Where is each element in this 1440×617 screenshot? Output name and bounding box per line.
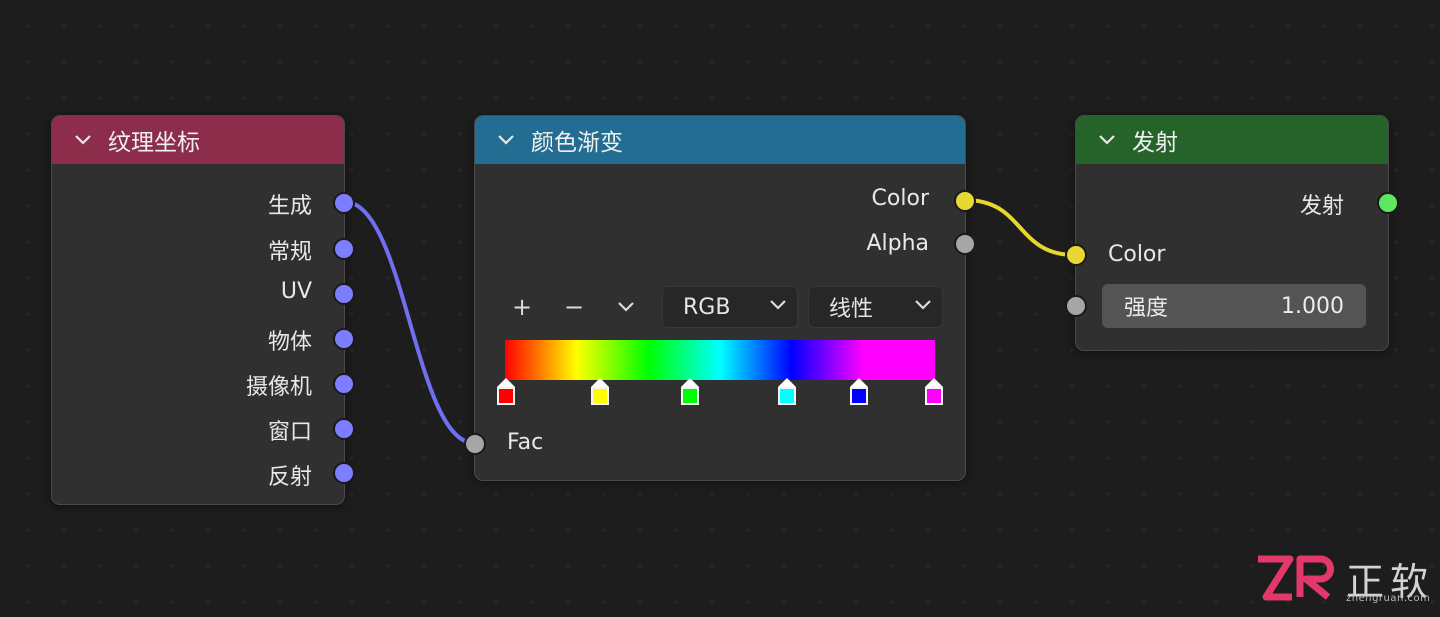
socket-reflection[interactable] bbox=[333, 462, 355, 484]
chevron-down-icon bbox=[915, 300, 931, 310]
output-window-label: 窗口 bbox=[267, 420, 312, 445]
link-color-to-emission-color[interactable] bbox=[964, 198, 1076, 257]
color-stop-magenta[interactable] bbox=[925, 378, 943, 406]
chevron-down-icon bbox=[618, 302, 634, 312]
socket-uv[interactable] bbox=[333, 283, 355, 305]
strength-value: 1.000 bbox=[1281, 293, 1344, 319]
chevron-down-icon[interactable] bbox=[1098, 131, 1116, 149]
socket-fac-in[interactable] bbox=[464, 433, 486, 455]
socket-normal[interactable] bbox=[333, 238, 355, 260]
output-emission-label: 发射 bbox=[1299, 194, 1344, 219]
color-ramp-node[interactable]: 颜色渐变 Color Alpha + − RGB 线性 Fac bbox=[464, 115, 976, 481]
color-mode-dropdown[interactable]: RGB bbox=[662, 286, 798, 328]
node-header[interactable]: 颜色渐变 bbox=[475, 116, 965, 164]
output-normal-label: 常规 bbox=[267, 240, 312, 265]
ramp-menu-button[interactable] bbox=[606, 287, 646, 327]
interpolation-value: 线性 bbox=[829, 297, 874, 322]
input-color-label: Color bbox=[1108, 242, 1166, 267]
chevron-down-icon[interactable] bbox=[74, 131, 92, 149]
output-generated-label: 生成 bbox=[267, 194, 312, 219]
color-mode-value: RGB bbox=[683, 294, 731, 320]
texture-coordinate-node[interactable]: 纹理坐标 生成 常规 UV 物体 摄像机 窗口 反射 bbox=[51, 115, 355, 505]
remove-stop-button[interactable]: − bbox=[554, 287, 594, 327]
chevron-down-icon[interactable] bbox=[497, 131, 515, 149]
link-generated-to-fac[interactable] bbox=[344, 200, 475, 445]
node-title: 发射 bbox=[1132, 130, 1178, 156]
node-header[interactable]: 发射 bbox=[1076, 116, 1388, 164]
socket-strength-in[interactable] bbox=[1065, 295, 1087, 317]
socket-color-out[interactable] bbox=[954, 190, 976, 212]
color-stop-green[interactable] bbox=[681, 378, 699, 406]
output-color-label: Color bbox=[871, 186, 929, 211]
socket-alpha-out[interactable] bbox=[954, 233, 976, 255]
output-reflection-label: 反射 bbox=[267, 465, 312, 490]
node-title: 颜色渐变 bbox=[531, 130, 623, 156]
zhengruan-logo: 正软 zhengruan.com bbox=[1254, 553, 1440, 617]
interpolation-dropdown[interactable]: 线性 bbox=[808, 286, 943, 328]
socket-color-in[interactable] bbox=[1065, 244, 1087, 266]
socket-window[interactable] bbox=[333, 418, 355, 440]
zr-logo-icon bbox=[1258, 555, 1334, 601]
emission-node[interactable]: 发射 发射 Color 强度 1.000 bbox=[1065, 115, 1399, 351]
color-stop-red[interactable] bbox=[497, 378, 515, 406]
color-stop-yellow[interactable] bbox=[591, 378, 609, 406]
socket-emission-out[interactable] bbox=[1377, 192, 1399, 214]
strength-label: 强度 bbox=[1124, 296, 1169, 321]
color-stop-blue[interactable] bbox=[850, 378, 868, 406]
strength-field[interactable]: 强度 1.000 bbox=[1102, 284, 1366, 328]
output-camera-label: 摄像机 bbox=[245, 375, 312, 400]
output-alpha-label: Alpha bbox=[866, 231, 929, 256]
node-header[interactable]: 纹理坐标 bbox=[52, 116, 344, 164]
socket-camera[interactable] bbox=[333, 373, 355, 395]
chevron-down-icon bbox=[770, 300, 786, 310]
color-ramp-gradient[interactable] bbox=[505, 340, 935, 380]
logo-url: zhengruan.com bbox=[1346, 593, 1431, 604]
input-fac-label: Fac bbox=[507, 430, 544, 455]
output-object-label: 物体 bbox=[267, 330, 312, 355]
node-title: 纹理坐标 bbox=[108, 130, 200, 156]
socket-generated[interactable] bbox=[333, 192, 355, 214]
color-stop-cyan[interactable] bbox=[778, 378, 796, 406]
add-stop-button[interactable]: + bbox=[502, 287, 542, 327]
output-uv-label: UV bbox=[280, 279, 312, 304]
socket-object[interactable] bbox=[333, 328, 355, 350]
